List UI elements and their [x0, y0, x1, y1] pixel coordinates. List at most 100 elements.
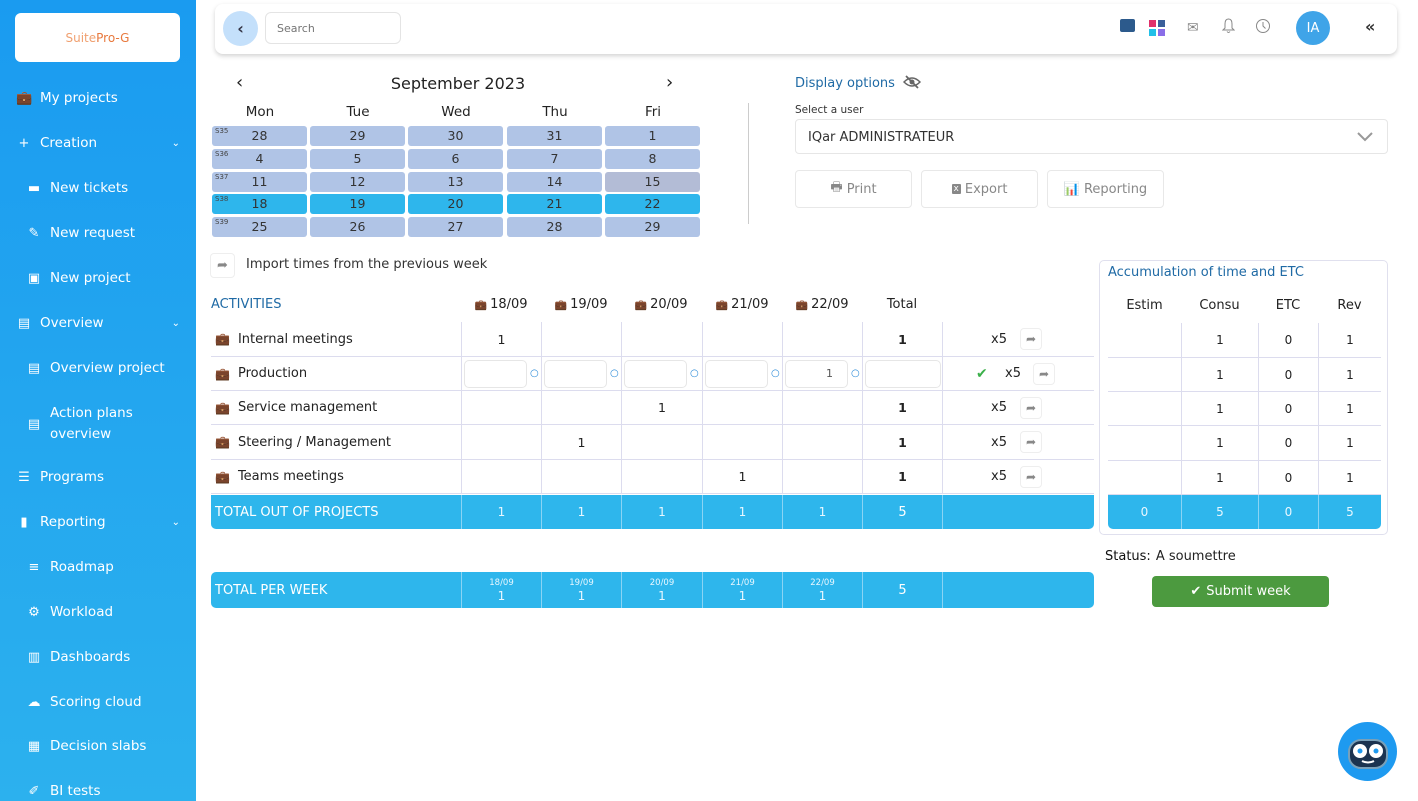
sidebar-item-reporting[interactable]: ▮ Reporting ⌄ — [0, 514, 196, 530]
day-cell[interactable]: ○ — [541, 357, 621, 390]
calendar-day[interactable]: 5 — [310, 149, 405, 169]
total-cell[interactable] — [862, 357, 942, 390]
sidebar-item-scoring-cloud[interactable]: ☁ Scoring cloud — [0, 694, 196, 710]
sidebar-item-creation[interactable]: + Creation ⌄ — [0, 135, 196, 151]
calendar-prev-button[interactable]: ‹ — [236, 72, 243, 93]
comment-icon[interactable]: ○ — [851, 368, 860, 379]
display-options-toggle[interactable]: Display options — [795, 75, 922, 91]
time-input[interactable] — [705, 360, 768, 388]
sidebar-item-decision-slabs[interactable]: ▦ Decision slabs — [0, 738, 196, 754]
sidebar-item-dashboards[interactable]: ▥ Dashboards — [0, 649, 196, 665]
calendar-day[interactable]: 26 — [310, 217, 405, 237]
calendar-day[interactable]: 6 — [408, 149, 503, 169]
copy-row-button[interactable]: ➦ — [1033, 363, 1055, 385]
sidebar-item-new-tickets[interactable]: ▬ New tickets — [0, 180, 196, 196]
calendar-day[interactable]: 21 — [507, 194, 602, 214]
copy-row-button[interactable]: ➦ — [1020, 328, 1042, 350]
calendar-day[interactable]: 22 — [605, 194, 700, 214]
calendar-day[interactable]: 28 — [507, 217, 602, 237]
time-input[interactable]: 1 — [785, 360, 848, 388]
copy-row-button[interactable]: ➦ — [1020, 397, 1042, 419]
date-label: 21/09 — [730, 578, 755, 588]
chat-icon[interactable] — [1120, 19, 1135, 32]
calendar-day[interactable]: 7 — [507, 149, 602, 169]
calendar-day[interactable]: S37 11 — [212, 172, 307, 192]
sidebar-item-action-plans-overview[interactable]: ▤ Action plans overview — [0, 403, 196, 445]
comment-icon[interactable]: ○ — [771, 368, 780, 379]
total-value: 1 — [577, 589, 586, 603]
calendar-day[interactable]: 29 — [605, 217, 700, 237]
copy-row-button[interactable]: ➦ — [1020, 466, 1042, 488]
user-select[interactable]: IQar ADMINISTRATEUR — [795, 119, 1388, 154]
calendar-day[interactable]: 20 — [408, 194, 503, 214]
time-input[interactable] — [464, 360, 527, 388]
day-cell: 1 — [621, 391, 702, 424]
chatbot-button[interactable] — [1338, 722, 1397, 781]
multiply-label[interactable]: x5 — [1005, 366, 1021, 381]
sidebar-item-overview-project[interactable]: ▤ Overview project — [0, 360, 196, 376]
import-button[interactable]: ➦ — [210, 253, 235, 278]
comment-icon[interactable]: ○ — [610, 368, 619, 379]
logo[interactable]: Suite Pro-G — [15, 13, 180, 62]
sidebar-item-overview[interactable]: ▤ Overview ⌄ — [0, 315, 196, 331]
calendar-day[interactable]: S36 4 — [212, 149, 307, 169]
sidebar-item-new-project[interactable]: ▣ New project — [0, 270, 196, 286]
calendar-day[interactable]: 29 — [310, 126, 405, 146]
date-label: 18/09 — [489, 578, 514, 588]
apps-grid-icon[interactable] — [1149, 20, 1165, 36]
sidebar-item-programs[interactable]: ☰ Programs — [0, 469, 196, 485]
calendar-next-button[interactable]: › — [666, 72, 673, 93]
day-cell[interactable]: ○ — [702, 357, 782, 390]
multiply-label[interactable]: x5 — [991, 435, 1007, 450]
calendar-day[interactable]: 30 — [408, 126, 503, 146]
time-input[interactable] — [624, 360, 687, 388]
time-input[interactable] — [865, 360, 941, 388]
multiply-label[interactable]: x5 — [991, 469, 1007, 484]
submit-week-button[interactable]: ✔ Submit week — [1152, 576, 1329, 607]
day-cell[interactable]: 1 ○ — [782, 357, 862, 390]
sidebar-item-new-request[interactable]: ✎ New request — [0, 225, 196, 241]
mail-icon[interactable]: ✉ — [1187, 20, 1199, 36]
calendar-day[interactable]: S35 28 — [212, 126, 307, 146]
comment-icon[interactable]: ○ — [530, 368, 539, 379]
bell-icon[interactable] — [1221, 18, 1236, 38]
clock-icon[interactable] — [1255, 18, 1271, 38]
calendar-day[interactable]: 31 — [507, 126, 602, 146]
time-input[interactable] — [544, 360, 607, 388]
table-icon: ▦ — [27, 738, 41, 754]
back-button[interactable]: ‹ — [223, 11, 258, 46]
sidebar-item-roadmap[interactable]: ≡ Roadmap — [0, 559, 196, 575]
multiply-label[interactable]: x5 — [991, 332, 1007, 347]
weekday-header: Fri — [644, 104, 662, 120]
day-cell — [541, 322, 621, 356]
calendar-day[interactable]: 19 — [310, 194, 405, 214]
calendar-day[interactable]: S39 25 — [212, 217, 307, 237]
reporting-button[interactable]: 📊 Reporting — [1047, 170, 1164, 208]
print-label: Print — [846, 181, 877, 197]
calendar-day[interactable]: 14 — [507, 172, 602, 192]
sidebar-item-workload[interactable]: ⚙ Workload — [0, 604, 196, 620]
search-input[interactable] — [265, 12, 401, 44]
calendar-day[interactable]: 13 — [408, 172, 503, 192]
comment-icon[interactable]: ○ — [690, 368, 699, 379]
day-total: 1 — [541, 495, 621, 529]
calendar-day[interactable]: 1 — [605, 126, 700, 146]
calendar-day[interactable]: 27 — [408, 217, 503, 237]
calendar-day[interactable]: 12 — [310, 172, 405, 192]
import-label: Import times from the previous week — [246, 257, 488, 272]
calendar-day[interactable]: 8 — [605, 149, 700, 169]
calendar-day[interactable]: 15 — [605, 172, 700, 192]
collapse-icon[interactable]: « — [1365, 17, 1375, 36]
calendar-day[interactable]: S38 18 — [212, 194, 307, 214]
week-number: S36 — [215, 150, 229, 158]
day-cell[interactable]: ○ — [621, 357, 702, 390]
user-avatar[interactable]: IA — [1296, 11, 1330, 45]
copy-row-button[interactable]: ➦ — [1020, 431, 1042, 453]
print-button[interactable]: 🖶 Print — [795, 170, 912, 208]
multiply-label[interactable]: x5 — [991, 400, 1007, 415]
sidebar-item-my-projects[interactable]: 💼 My projects — [0, 90, 196, 106]
sidebar-item-label: Dashboards — [50, 649, 131, 665]
sidebar-item-bi-tests[interactable]: ✐ BI tests — [0, 783, 196, 799]
day-cell[interactable]: ○ — [461, 357, 541, 390]
export-button[interactable]: x Export — [921, 170, 1038, 208]
